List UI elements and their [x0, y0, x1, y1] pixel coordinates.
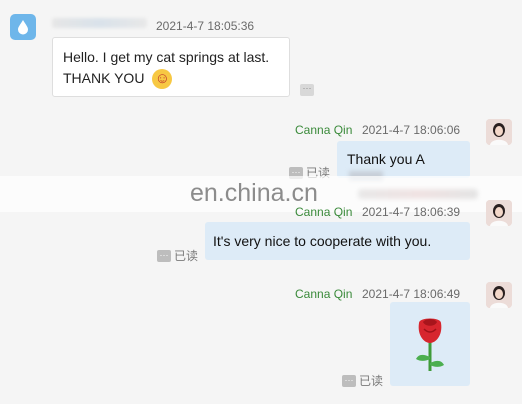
message-timestamp: 2021-4-7 18:06:39 — [362, 205, 461, 219]
user-avatar[interactable] — [486, 119, 512, 145]
message-timestamp: 2021-4-7 18:06:06 — [362, 123, 461, 137]
read-receipt: ··· 已读 — [157, 247, 198, 264]
contact-name-blurred — [52, 18, 147, 28]
watermark-blur — [358, 189, 478, 199]
read-label: 已读 — [174, 249, 199, 263]
outgoing-emoji-bubble[interactable] — [390, 302, 470, 386]
smile-emoji-icon: ☺ — [152, 68, 173, 89]
read-label: 已读 — [359, 374, 384, 388]
sender-name: Canna Qin — [295, 205, 353, 219]
message-more-button[interactable]: ··· — [300, 84, 314, 96]
outgoing-message-bubble[interactable]: It's very nice to cooperate with you. — [205, 222, 470, 260]
read-check-icon: ··· — [342, 374, 356, 387]
sender-name: Canna Qin — [295, 123, 353, 137]
outgoing-message-bubble[interactable]: Thank you A — [337, 141, 470, 182]
user-avatar[interactable] — [486, 282, 512, 308]
profile-photo-icon — [486, 200, 512, 226]
message-text: It's very nice to cooperate with you. — [213, 233, 432, 249]
profile-photo-icon — [486, 282, 512, 308]
profile-photo-icon — [486, 119, 512, 145]
sender-name: Canna Qin — [295, 287, 353, 301]
droplet-icon — [18, 20, 28, 35]
message-text-line: Hello. I get my cat springs at last. — [63, 49, 270, 65]
read-check-icon: ··· — [157, 249, 171, 262]
message-text: Thank you A — [347, 151, 425, 167]
message-timestamp: 2021-4-7 18:05:36 — [156, 19, 255, 33]
watermark-text: en.china.cn — [190, 179, 318, 207]
read-receipt: ··· 已读 — [342, 372, 383, 389]
rose-icon — [416, 318, 444, 371]
incoming-message-bubble[interactable]: Hello. I get my cat springs at last. THA… — [52, 37, 290, 97]
message-text-line: THANK YOU — [63, 70, 145, 86]
user-avatar[interactable] — [486, 200, 512, 226]
message-timestamp: 2021-4-7 18:06:49 — [362, 287, 461, 301]
contact-avatar[interactable] — [10, 14, 36, 40]
